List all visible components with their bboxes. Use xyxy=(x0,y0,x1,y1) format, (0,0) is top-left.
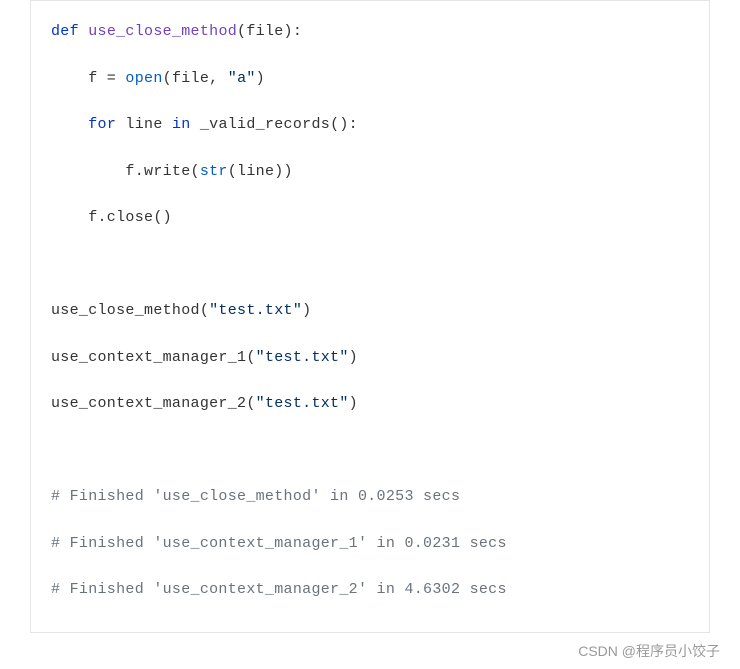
code-text: f.close() xyxy=(51,209,172,226)
function-call: use_context_manager_1( xyxy=(51,349,256,366)
code-text: (line)) xyxy=(228,163,293,180)
code-line xyxy=(51,440,689,463)
code-line: def use_close_method(file): xyxy=(51,21,689,44)
function-call: use_context_manager_2( xyxy=(51,395,256,412)
code-text: ) xyxy=(349,395,358,412)
code-text: ) xyxy=(349,349,358,366)
code-line: use_close_method("test.txt") xyxy=(51,300,689,323)
function-name: use_close_method xyxy=(88,23,237,40)
code-line: use_context_manager_1("test.txt") xyxy=(51,347,689,370)
code-block: def use_close_method(file): f = open(fil… xyxy=(30,0,710,633)
code-line: for line in _valid_records(): xyxy=(51,114,689,137)
keyword-in: in xyxy=(172,116,191,133)
string-literal: "a" xyxy=(228,70,256,87)
keyword-def: def xyxy=(51,23,79,40)
string-literal: "test.txt" xyxy=(256,349,349,366)
code-text: (file): xyxy=(237,23,302,40)
builtin-open: open xyxy=(125,70,162,87)
code-text xyxy=(51,116,88,133)
string-literal: "test.txt" xyxy=(256,395,349,412)
code-line: use_context_manager_2("test.txt") xyxy=(51,393,689,416)
code-text: ) xyxy=(302,302,311,319)
string-literal: "test.txt" xyxy=(209,302,302,319)
builtin-str: str xyxy=(200,163,228,180)
code-text: f.write( xyxy=(51,163,200,180)
attribution-text: CSDN @程序员小饺子 xyxy=(578,641,720,661)
code-line: f.write(str(line)) xyxy=(51,161,689,184)
comment-line: # Finished 'use_context_manager_2' in 4.… xyxy=(51,579,689,602)
code-text: line xyxy=(116,116,172,133)
comment-line: # Finished 'use_context_manager_1' in 0.… xyxy=(51,533,689,556)
code-line: f = open(file, "a") xyxy=(51,68,689,91)
keyword-for: for xyxy=(88,116,116,133)
code-text: f = xyxy=(51,70,125,87)
code-line xyxy=(51,254,689,277)
comment-line: # Finished 'use_close_method' in 0.0253 … xyxy=(51,486,689,509)
code-text: ) xyxy=(256,70,265,87)
function-call: use_close_method( xyxy=(51,302,209,319)
code-text: (file, xyxy=(163,70,228,87)
code-text: _valid_records(): xyxy=(191,116,358,133)
code-line: f.close() xyxy=(51,207,689,230)
